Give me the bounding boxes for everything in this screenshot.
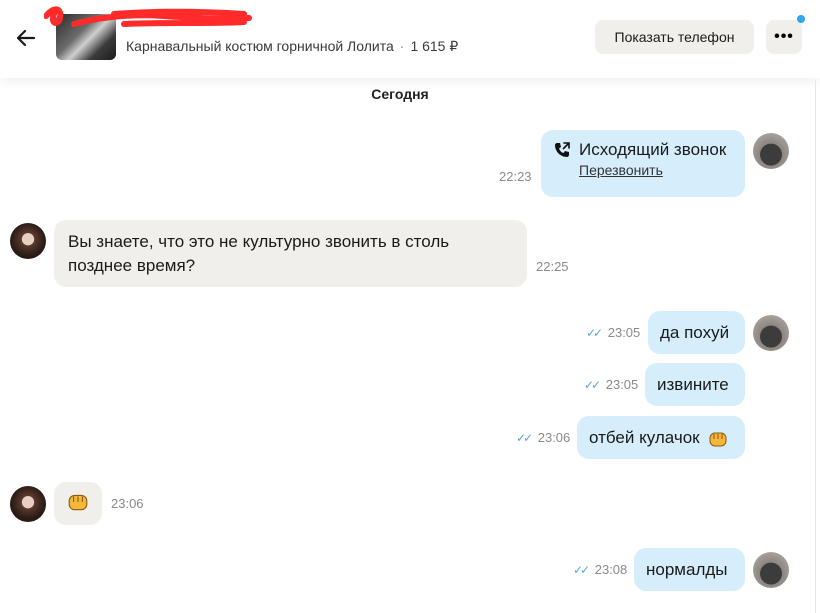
message-time: 23:05: [607, 325, 641, 340]
read-check-icon: ✓✓: [584, 378, 601, 392]
incoming-emoji-bubble[interactable]: [54, 482, 102, 525]
message-text: да похуй: [660, 323, 730, 342]
notification-dot: [797, 15, 805, 23]
listing-price: 1 615 ₽: [410, 38, 459, 54]
message-time: 22:25: [536, 259, 569, 274]
call-back-link[interactable]: Перезвонить: [579, 160, 733, 180]
fist-bump-icon: [68, 494, 88, 511]
my-avatar[interactable]: [753, 133, 789, 169]
listing-info[interactable]: Карнавальный костюм горничной Лолита · 1 6…: [126, 38, 458, 55]
message-text: отбей кулачок: [589, 428, 700, 447]
message-text: извините: [657, 375, 729, 394]
message-time-with-status: ✓✓ 23:05: [586, 325, 640, 340]
chat-header: Карнавальный костюм горничной Лолита · 1 6…: [0, 0, 820, 78]
phone-outgoing-icon: [555, 142, 570, 157]
outgoing-message-bubble[interactable]: нормалды: [634, 548, 745, 591]
scrollbar-track[interactable]: [815, 80, 816, 613]
date-divider: Сегодня: [371, 86, 429, 102]
redaction-scribble: [44, 6, 252, 27]
back-arrow-icon[interactable]: [12, 24, 40, 52]
separator: ·: [399, 38, 405, 54]
message-text-line: Вы знаете, что это не культурно звонить …: [68, 232, 450, 251]
message-time-with-status: ✓✓ 23:05: [584, 377, 638, 392]
message-text: нормалды: [646, 560, 728, 579]
read-check-icon: ✓✓: [516, 431, 533, 445]
message-time: 23:06: [111, 496, 144, 511]
call-title: Исходящий звонок: [579, 140, 727, 159]
call-message-bubble[interactable]: Исходящий звонок Перезвонить: [541, 130, 745, 197]
outgoing-message-bubble[interactable]: извините: [645, 363, 745, 406]
listing-title: Карнавальный костюм горничной Лолита: [126, 38, 394, 54]
fist-bump-icon: [709, 432, 727, 447]
incoming-message-bubble[interactable]: Вы знаете, что это не культурно звонить …: [54, 220, 527, 287]
contact-avatar[interactable]: [10, 223, 46, 259]
message-time-with-status: ✓✓ 23:08: [573, 562, 627, 577]
outgoing-message-bubble[interactable]: отбей кулачок: [577, 416, 745, 459]
message-time: 23:06: [537, 430, 571, 445]
my-avatar[interactable]: [753, 315, 789, 351]
message-text-line: позднее время?: [68, 256, 196, 275]
message-time: 23:08: [594, 562, 628, 577]
message-time-with-status: ✓✓ 23:06: [516, 430, 570, 445]
more-options-button[interactable]: •••: [766, 20, 802, 54]
message-time: 22:23: [499, 169, 532, 184]
outgoing-message-bubble[interactable]: да похуй: [648, 311, 745, 354]
read-check-icon: ✓✓: [586, 326, 603, 340]
read-check-icon: ✓✓: [573, 563, 590, 577]
my-avatar[interactable]: [753, 552, 789, 588]
show-phone-button[interactable]: Показать телефон: [595, 20, 754, 54]
contact-avatar[interactable]: [10, 486, 46, 522]
message-time: 23:05: [605, 377, 639, 392]
